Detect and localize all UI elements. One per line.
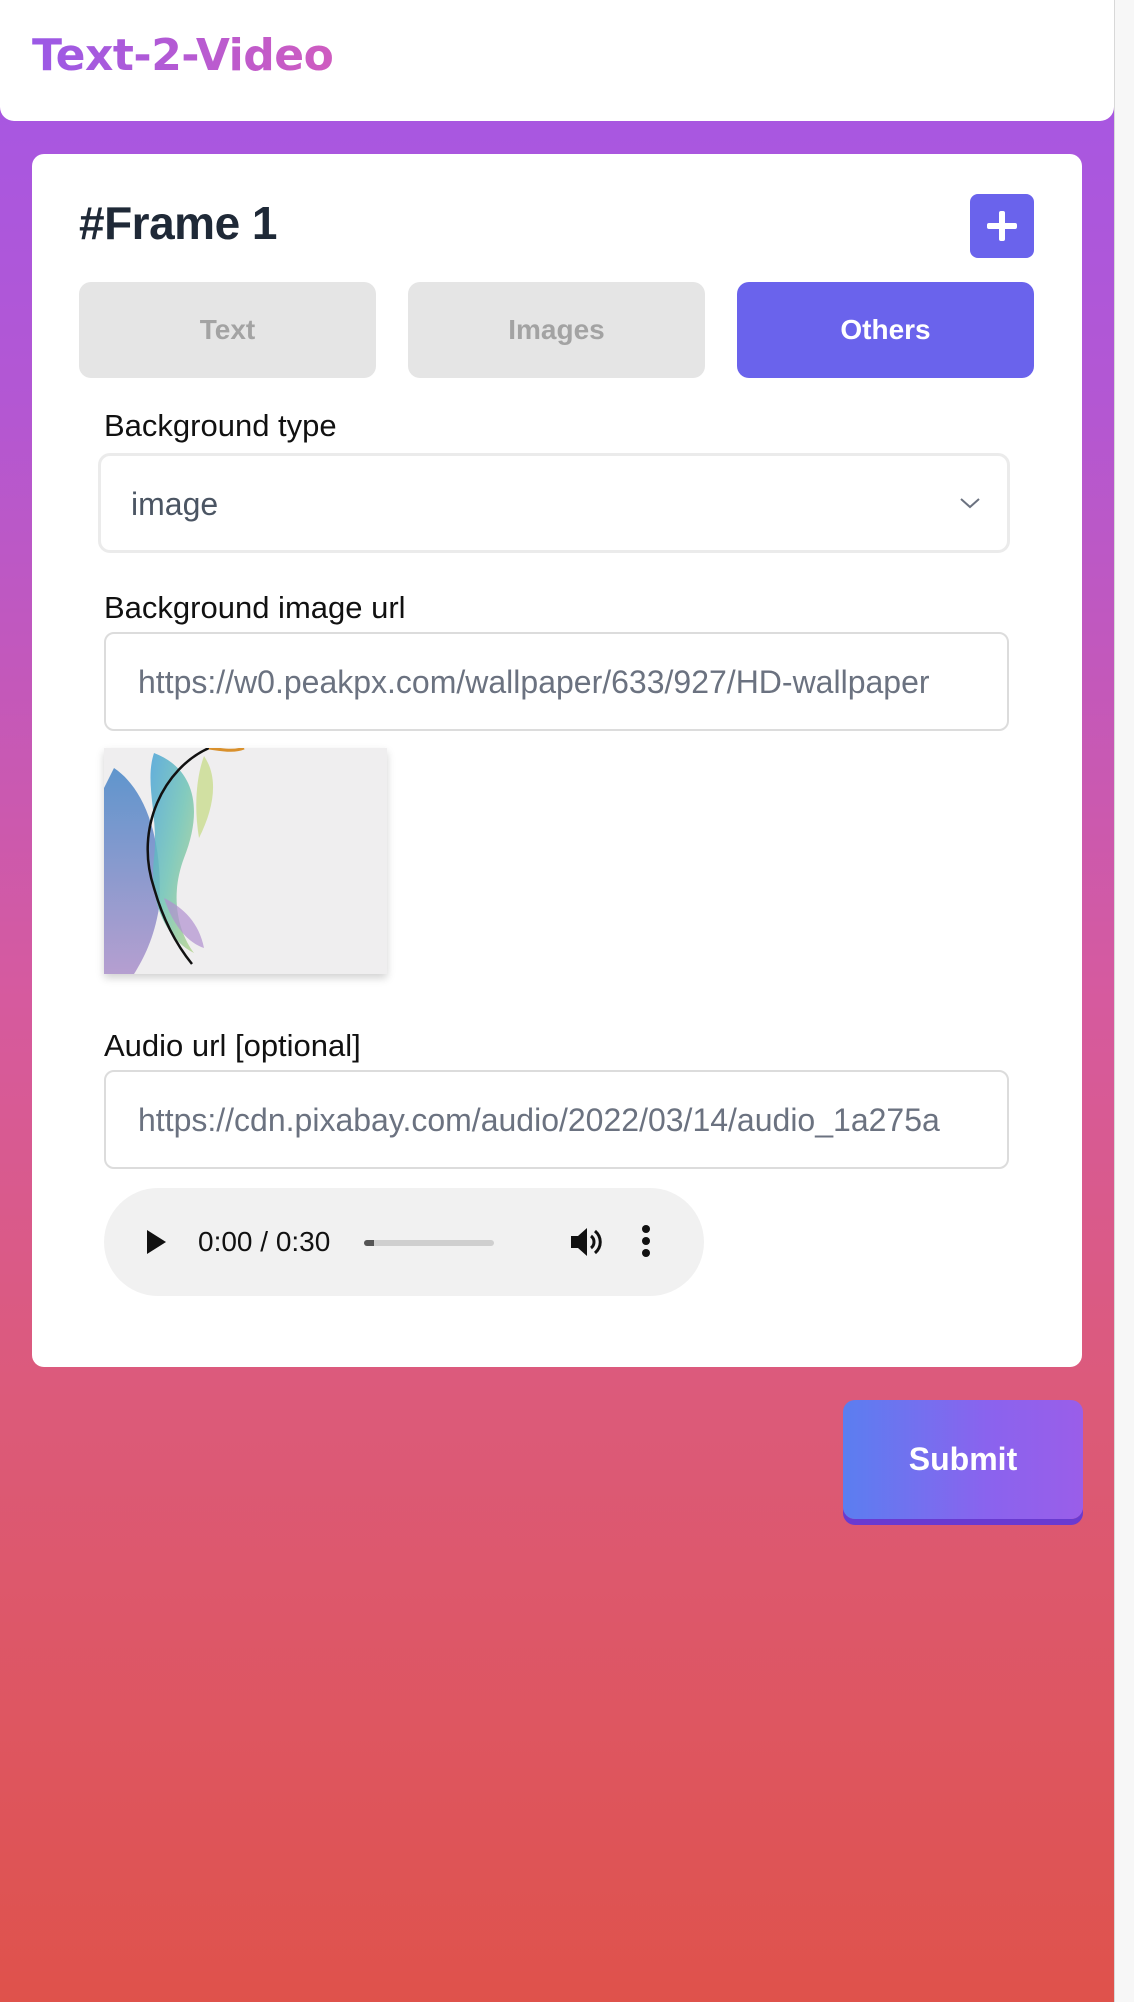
audio-player: 0:00 / 0:30 (104, 1188, 704, 1296)
background-type-label: Background type (104, 408, 337, 443)
frame-tabs: Text Images Others (79, 282, 1034, 378)
add-frame-button[interactable] (970, 194, 1034, 258)
more-options-icon[interactable] (641, 1224, 651, 1258)
frame-title: #Frame 1 (79, 197, 278, 249)
audio-url-label: Audio url [optional] (104, 1028, 361, 1063)
audio-url-value: https://cdn.pixabay.com/audio/2022/03/14… (138, 1102, 940, 1138)
background-type-value: image (131, 486, 219, 522)
background-image-url-label: Background image url (104, 590, 406, 625)
play-icon[interactable] (144, 1228, 168, 1256)
navbar: Text-2-Video (0, 0, 1114, 121)
app-title[interactable]: Text-2-Video (32, 30, 334, 81)
plus-icon (987, 211, 1017, 241)
tab-others[interactable]: Others (737, 282, 1034, 378)
audio-progress-fill (364, 1240, 375, 1246)
background-image-url-value: https://w0.peakpx.com/wallpaper/633/927/… (138, 664, 930, 700)
background-image-url-input[interactable]: https://w0.peakpx.com/wallpaper/633/927/… (104, 632, 1009, 731)
background-type-select[interactable]: image (98, 453, 1010, 553)
volume-icon[interactable] (569, 1225, 605, 1259)
frame-card: #Frame 1 Text Images Others Background t… (32, 154, 1082, 1367)
submit-button[interactable]: Submit (843, 1400, 1083, 1519)
audio-progress-slider[interactable] (364, 1240, 494, 1246)
tab-text[interactable]: Text (79, 282, 376, 378)
tab-images[interactable]: Images (408, 282, 705, 378)
app-background: Text-2-Video #Frame 1 Text Images Others… (0, 0, 1114, 2002)
background-image-preview (104, 748, 387, 974)
side-panel-edge (1114, 0, 1134, 2002)
audio-url-input[interactable]: https://cdn.pixabay.com/audio/2022/03/14… (104, 1070, 1009, 1169)
audio-time: 0:00 / 0:30 (198, 1226, 331, 1257)
chevron-down-icon (960, 498, 980, 509)
